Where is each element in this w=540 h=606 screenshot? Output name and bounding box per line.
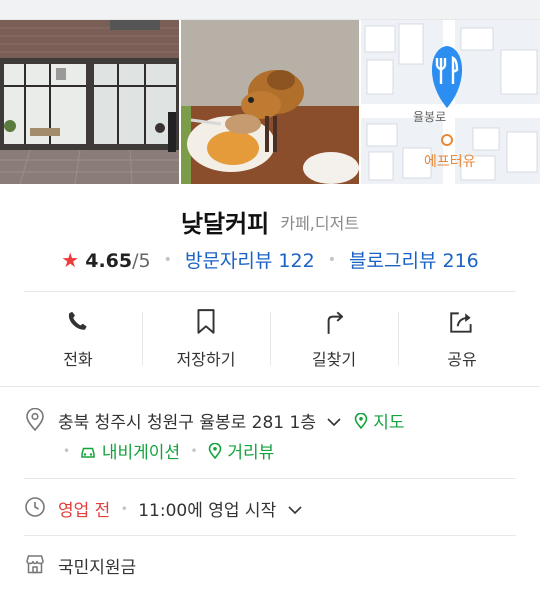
divider: [24, 535, 516, 536]
location-pin-icon: [24, 407, 46, 437]
street-view-link[interactable]: 거리뷰: [208, 442, 275, 463]
section-divider: [0, 386, 540, 387]
visitor-reviews-link[interactable]: 방문자리뷰 122: [185, 250, 315, 272]
navigation-link[interactable]: 내비게이션: [80, 443, 185, 463]
map-pin-icon: [354, 412, 368, 430]
car-icon: [81, 447, 96, 458]
hours-expand-chevron-icon[interactable]: [287, 501, 303, 521]
map-link-label: 지도: [373, 413, 405, 433]
action-bar: 전화 저장하기 길찾기 공유: [14, 306, 526, 369]
divider: [24, 478, 516, 479]
food-and-dog-photo[interactable]: [181, 20, 359, 184]
share-label: 공유: [447, 350, 477, 369]
separator-dot: •: [190, 444, 198, 458]
address-text: 충북 청주시 청원구 율봉로 281 1층: [58, 413, 316, 433]
hours-row[interactable]: 영업 전 • 11:00에 영업 시작: [24, 496, 303, 521]
rating-row: ★ 4.65/5 • 방문자리뷰 122 • 블로그리뷰 216: [0, 246, 540, 273]
place-name: 낮달커피: [180, 210, 270, 238]
place-category: 카페,디저트: [280, 213, 360, 233]
save-label: 저장하기: [176, 350, 236, 369]
rating-score: 4.65: [85, 250, 133, 272]
top-strip: [0, 0, 540, 20]
business-status: 영업 전: [58, 501, 111, 521]
directions-label: 길찾기: [311, 350, 357, 369]
map-poi-label: 에프터유: [424, 154, 476, 170]
street-view-link-label: 거리뷰: [227, 443, 275, 463]
map-pin-icon: [208, 442, 222, 460]
share-button[interactable]: 공유: [398, 306, 526, 369]
directions-button[interactable]: 길찾기: [270, 306, 398, 369]
share-icon: [398, 308, 526, 338]
address-links-row: • 내비게이션 • 거리뷰: [24, 438, 274, 463]
separator-dot: •: [163, 252, 172, 268]
map-thumbnail[interactable]: 율봉로 에프터유: [361, 20, 540, 184]
star-icon: ★: [61, 248, 80, 272]
separator-dot: •: [327, 252, 336, 268]
phone-icon: [14, 308, 142, 338]
blog-reviews-link[interactable]: 블로그리뷰 216: [349, 250, 479, 272]
save-button[interactable]: 저장하기: [142, 306, 270, 369]
map-street-label: 율봉로: [413, 110, 447, 124]
directions-icon: [270, 308, 398, 338]
photo-gallery[interactable]: 율봉로 에프터유: [0, 20, 540, 184]
storefront-photo[interactable]: [0, 20, 179, 184]
bookmark-icon: [142, 308, 270, 338]
divider: [24, 291, 516, 292]
separator-dot: •: [63, 444, 71, 458]
call-button[interactable]: 전화: [14, 306, 142, 369]
address-row: 충북 청주시 청원구 율봉로 281 1층 지도: [24, 407, 405, 433]
rating-max: /5: [132, 250, 151, 272]
call-label: 전화: [63, 350, 93, 369]
separator-dot: •: [120, 502, 128, 516]
clock-icon: [24, 496, 46, 523]
address-expand-chevron-icon[interactable]: [326, 413, 347, 433]
hours-detail: 11:00에 영업 시작: [138, 501, 277, 521]
navigation-link-label: 내비게이션: [101, 443, 181, 463]
place-title-row: 낮달커피 카페,디저트: [0, 204, 540, 239]
map-link[interactable]: 지도: [354, 412, 405, 433]
support-row: 국민지원금: [24, 553, 136, 578]
store-icon: [24, 553, 46, 580]
support-text: 국민지원금: [58, 558, 137, 578]
